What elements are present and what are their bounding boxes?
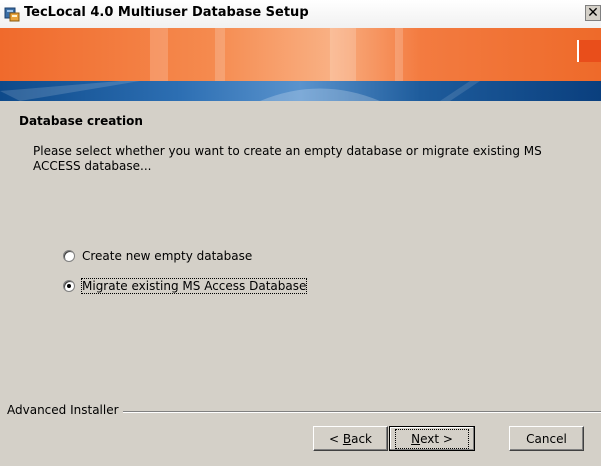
setup-app-icon [4, 6, 20, 22]
footer-divider [119, 411, 601, 413]
back-prefix: < [328, 431, 343, 446]
next-rest: ext > [420, 431, 453, 446]
page-content: Database creation Please select whether … [0, 101, 601, 401]
header-banner [0, 28, 601, 81]
option-migrate-access[interactable]: Migrate existing MS Access Database [63, 278, 308, 294]
page-title: Database creation [19, 114, 143, 128]
cancel-button[interactable]: Cancel [509, 426, 584, 451]
next-mnemonic: N [411, 431, 421, 446]
title-bar: TecLocal 4.0 Multiuser Database Setup ✕ [0, 0, 601, 29]
cancel-label: Cancel [526, 431, 567, 446]
next-button[interactable]: Next > [389, 426, 475, 451]
radio-create-empty[interactable] [63, 250, 75, 262]
option-create-empty[interactable]: Create new empty database [63, 248, 252, 264]
option-create-empty-label[interactable]: Create new empty database [82, 249, 252, 263]
installer-brand-label: Advanced Installer [7, 403, 123, 417]
back-button[interactable]: < Back [313, 426, 388, 451]
option-migrate-access-label[interactable]: Migrate existing MS Access Database [80, 278, 308, 294]
installer-branding: Advanced Installer [7, 403, 601, 417]
close-button[interactable]: ✕ [585, 5, 601, 21]
header-banner-stripe [0, 81, 601, 101]
back-rest: ack [351, 431, 372, 446]
back-mnemonic: B [342, 431, 352, 446]
radio-migrate-access[interactable] [63, 280, 75, 292]
close-icon: ✕ [587, 5, 599, 21]
window-title: TecLocal 4.0 Multiuser Database Setup [24, 5, 309, 20]
teccom-logo-icon [577, 40, 601, 62]
page-description: Please select whether you want to create… [33, 144, 542, 173]
